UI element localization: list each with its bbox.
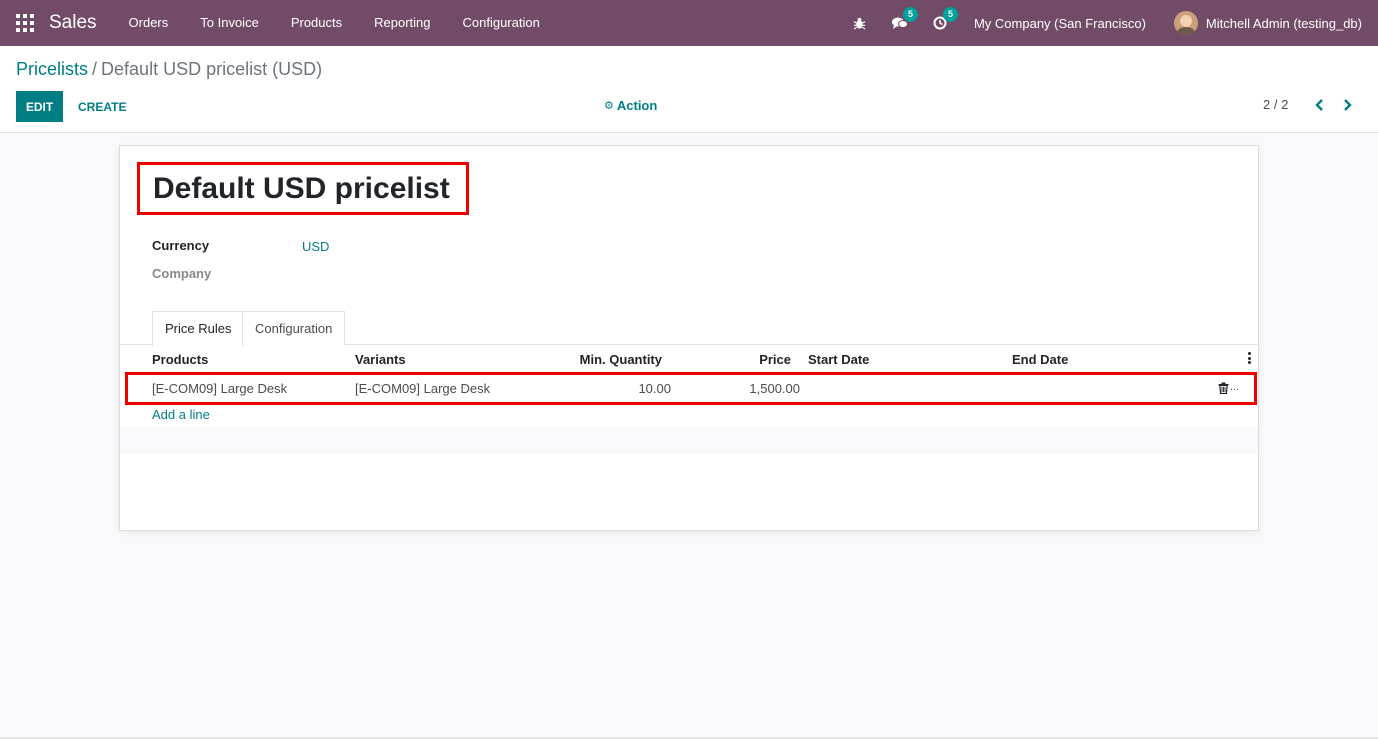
avatar: [1173, 11, 1198, 35]
column-price[interactable]: Price: [700, 352, 791, 367]
column-products[interactable]: Products: [152, 352, 208, 367]
activities-clock-icon[interactable]: 5: [932, 7, 958, 31]
top-navbar: Sales Orders To Invoice Products Reporti…: [0, 0, 1378, 46]
breadcrumb-pricelists[interactable]: Pricelists: [16, 59, 88, 79]
systray: 5 5 My Company (San Francisco) Mitchell …: [840, 0, 1378, 46]
bug-icon[interactable]: [852, 15, 868, 31]
company-label: Company: [152, 266, 212, 281]
column-start-date[interactable]: Start Date: [808, 352, 869, 367]
menu-item-to-invoice[interactable]: To Invoice: [184, 0, 275, 46]
edit-button[interactable]: EDIT: [16, 91, 63, 122]
table-header: Products Variants Min. Quantity Price St…: [120, 346, 1258, 372]
breadcrumb-current: Default USD pricelist (USD): [101, 59, 323, 79]
row-variant: [E-COM09] Large Desk: [355, 381, 491, 396]
pager-next-icon[interactable]: [1339, 96, 1355, 114]
form-sheet: Default USD pricelist Currency USD Compa…: [119, 145, 1259, 531]
menu-item-products[interactable]: Products: [275, 0, 358, 46]
notebook-tabs: Price Rules Configuration: [120, 311, 1258, 346]
app-name[interactable]: Sales: [49, 12, 97, 34]
pager-value[interactable]: 2 / 2: [1263, 97, 1288, 112]
optional-columns-kebab-icon[interactable]: [1248, 352, 1252, 364]
tab-price-rules[interactable]: Price Rules: [152, 311, 245, 346]
create-button[interactable]: CREATE: [73, 91, 131, 122]
column-end-date[interactable]: End Date: [1012, 352, 1068, 367]
currency-label: Currency: [152, 238, 210, 253]
breadcrumb-separator: /: [92, 59, 98, 79]
menu-item-orders[interactable]: Orders: [113, 0, 185, 46]
add-a-line-link[interactable]: Add a line: [152, 407, 210, 422]
gear-icon: ⚙: [604, 100, 614, 112]
column-min-quantity[interactable]: Min. Quantity: [550, 352, 662, 367]
currency-value[interactable]: USD: [302, 239, 329, 254]
row-ellipsis: ...: [1230, 381, 1240, 393]
menu-item-reporting[interactable]: Reporting: [358, 0, 446, 46]
main-menu: Orders To Invoice Products Reporting Con…: [113, 0, 556, 46]
empty-table-row: [120, 427, 1258, 454]
action-label: Action: [616, 98, 658, 113]
pager-previous-icon[interactable]: [1312, 96, 1328, 114]
user-name: Mitchell Admin (testing_db): [1205, 15, 1362, 31]
activities-badge: 5: [942, 7, 958, 22]
tab-configuration[interactable]: Configuration: [242, 311, 346, 345]
company-switcher[interactable]: My Company (San Francisco): [974, 16, 1146, 31]
row-product: [E-COM09] Large Desk: [152, 381, 288, 396]
breadcrumb: Pricelists / Default USD pricelist (USD): [16, 59, 322, 80]
messages-icon[interactable]: 5: [891, 7, 918, 31]
control-panel: Pricelists / Default USD pricelist (USD) E…: [0, 46, 1378, 133]
column-variants[interactable]: Variants: [355, 352, 406, 367]
delete-row-trash-icon[interactable]: [1218, 382, 1230, 395]
user-menu[interactable]: Mitchell Admin (testing_db): [1173, 11, 1362, 35]
row-price: 1,500.00: [749, 381, 800, 396]
action-dropdown[interactable]: ⚙ Action: [604, 98, 657, 113]
messages-badge: 5: [902, 7, 918, 22]
pricelist-name: Default USD pricelist: [153, 172, 450, 205]
title-highlight-box: Default USD pricelist: [137, 162, 469, 215]
table-row[interactable]: [E-COM09] Large Desk [E-COM09] Large Des…: [125, 372, 1257, 405]
row-min-quantity: 10.00: [638, 381, 671, 396]
apps-menu-icon[interactable]: [16, 14, 34, 32]
menu-item-configuration[interactable]: Configuration: [447, 0, 556, 46]
